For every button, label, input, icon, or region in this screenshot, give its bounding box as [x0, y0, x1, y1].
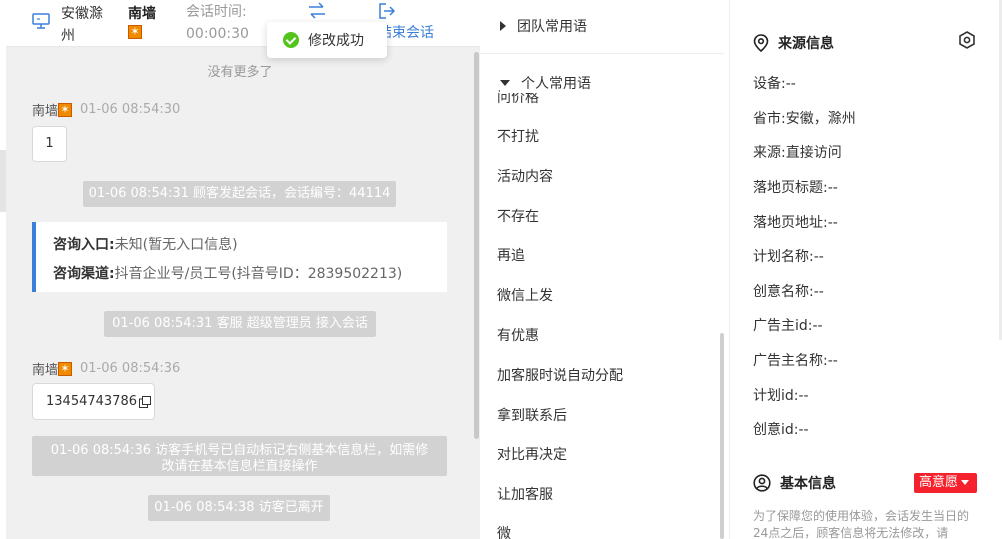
copy-icon[interactable]	[138, 395, 151, 408]
desktop-icon	[32, 13, 50, 29]
basic-info-title: 基本信息	[780, 476, 836, 492]
phrase-item[interactable]: 再追	[497, 245, 525, 265]
visitor-location: 安徽滁州	[61, 6, 103, 44]
douyin-badge-icon	[128, 24, 142, 40]
message-text: 13454743786	[46, 394, 137, 409]
phrase-item[interactable]: 有优惠	[497, 325, 539, 345]
no-more-history: 没有更多了	[207, 65, 273, 80]
intent-level-dropdown[interactable]: 高意愿	[914, 473, 977, 493]
source-field-source: 来源:直接访问	[753, 145, 842, 161]
source-field-landing-url: 落地页地址:--	[753, 215, 838, 231]
divider	[480, 53, 724, 54]
message-sender: 南墙	[32, 363, 59, 378]
phrase-item[interactable]: 对比再决定	[497, 444, 567, 464]
consult-entry-value: 未知(暂无入口信息)	[114, 237, 238, 253]
visitor-name: 南墙	[128, 6, 156, 22]
phrase-item[interactable]: 加客服时说自动分配	[497, 365, 623, 385]
source-info-title: 来源信息	[778, 36, 834, 52]
success-toast: 修改成功	[267, 22, 387, 58]
douyin-badge-icon	[58, 361, 73, 377]
message-bubble: 1	[32, 126, 67, 162]
toast-text: 修改成功	[308, 33, 364, 49]
personal-phrases-toggle[interactable]: 个人常用语	[500, 73, 725, 93]
source-field-advertiser-id: 广告主id:--	[753, 318, 823, 334]
consult-channel-row: 咨询渠道:抖音企业号/员工号(抖音号ID：2839502213)	[53, 263, 402, 283]
phrase-item[interactable]: 不打扰	[497, 126, 539, 146]
visitor-name-block: 南墙	[128, 5, 156, 40]
source-field-plan-name: 计划名称:--	[753, 249, 824, 265]
phrase-item[interactable]: 微	[497, 523, 511, 539]
end-session-icon[interactable]	[378, 2, 396, 20]
system-message: 01-06 08:54:31 顾客发起会话，会话编号：44114	[83, 181, 396, 207]
system-message: 01-06 08:54:36 访客手机号已自动标记右侧基本信息栏，如需修改请在基…	[32, 436, 447, 476]
message-sender: 南墙	[32, 104, 59, 119]
message-bubble: 13454743786	[32, 383, 155, 420]
edit-notice-text: 为了保障您的使用体验，会话发生当日的24点之后，顾客信息将无法修改，请	[753, 509, 970, 539]
message-meta: 南墙 01-06 08:54:36	[32, 359, 181, 379]
consult-channel-value: 抖音企业号/员工号(抖音号ID：2839502213)	[114, 266, 403, 282]
consult-entry-row: 咨询入口:未知(暂无入口信息)	[53, 234, 238, 254]
team-phrases-toggle[interactable]: 团队常用语	[500, 16, 587, 36]
transfer-icon[interactable]	[307, 2, 327, 20]
phrases-scrollbar[interactable]	[720, 333, 724, 539]
source-field-creative-id: 创意id:--	[753, 422, 809, 438]
source-field-plan-id: 计划id:--	[753, 388, 809, 404]
session-time-label: 会话时间:	[186, 4, 247, 20]
phrase-item[interactable]: 微信上发	[497, 285, 553, 305]
user-circle-icon	[753, 474, 771, 492]
source-field-advertiser-name: 广告主名称:--	[753, 353, 838, 369]
visitor-info-panel: 来源信息 设备:-- 省市:安徽，滁州 来源:直接访问 落地页标题:-- 落地页…	[731, 0, 1002, 539]
source-info-header: 来源信息	[753, 33, 834, 53]
phrase-item[interactable]: 不存在	[497, 206, 539, 226]
phrase-item[interactable]: 让加客服	[497, 484, 553, 504]
caret-right-icon	[500, 21, 506, 31]
douyin-badge-icon	[58, 102, 73, 118]
source-field-landing-title: 落地页标题:--	[753, 180, 838, 196]
chat-scrollbar[interactable]	[474, 52, 479, 439]
message-meta: 南墙 01-06 08:54:30	[32, 100, 181, 120]
intent-level-value: 高意愿	[919, 475, 959, 490]
message-time: 01-06 08:54:36	[80, 361, 181, 376]
consult-entry-label: 咨询入口:	[53, 237, 115, 253]
source-field-creative-name: 创意名称:--	[753, 284, 824, 300]
consult-info-card: 咨询入口:未知(暂无入口信息) 咨询渠道:抖音企业号/员工号(抖音号ID：283…	[32, 222, 447, 292]
phrase-item[interactable]: 活动内容	[497, 166, 553, 186]
source-field-province: 省市:安徽，滁州	[753, 111, 856, 127]
location-pin-icon	[753, 34, 769, 52]
caret-down-icon	[500, 80, 510, 86]
caret-down-icon	[961, 480, 970, 485]
system-message: 01-06 08:54:31 客服 超级管理员 接入会话	[104, 311, 376, 337]
phrase-item[interactable]: 拿到联系后	[497, 405, 567, 425]
chat-header: 安徽滁州 南墙 会话时间: 00:00:30 结束会话	[6, 0, 480, 47]
system-message: 01-06 08:54:38 访客已离开	[148, 495, 330, 521]
check-circle-icon	[283, 32, 299, 48]
session-time-value: 00:00:30	[186, 26, 249, 42]
quick-phrases-panel: 团队常用语 个人常用语 问价格 不打扰 活动内容 不存在 再追 微信上发 有优惠…	[480, 0, 730, 539]
message-time: 01-06 08:54:30	[80, 102, 181, 117]
settings-icon[interactable]	[958, 31, 976, 49]
chat-workspace: 安徽滁州 南墙 会话时间: 00:00:30 结束会话 没有更多了 南墙 01-…	[0, 0, 1002, 539]
chat-panel: 安徽滁州 南墙 会话时间: 00:00:30 结束会话 没有更多了 南墙 01-…	[6, 0, 480, 539]
consult-channel-label: 咨询渠道:	[53, 266, 115, 282]
personal-phrases-label: 个人常用语	[521, 76, 591, 92]
basic-info-header: 基本信息	[753, 473, 836, 493]
team-phrases-label: 团队常用语	[517, 19, 587, 35]
source-field-device: 设备:--	[753, 76, 796, 92]
